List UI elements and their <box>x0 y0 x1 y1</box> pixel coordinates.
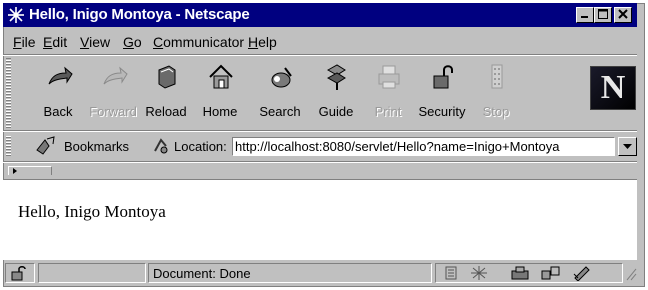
window-title: Hello, Inigo Montoya - Netscape <box>29 6 250 23</box>
home-button[interactable]: Home <box>194 60 246 126</box>
security-lock-panel[interactable] <box>5 263 35 283</box>
title-bar[interactable]: Hello, Inigo Montoya - Netscape <box>3 3 637 27</box>
close-icon <box>618 6 628 24</box>
location-separator <box>3 161 637 163</box>
security-button[interactable]: Security <box>416 60 468 126</box>
menu-separator <box>3 54 637 56</box>
resize-grip-icon[interactable] <box>625 267 637 284</box>
netscape-logo-letter: N <box>600 69 626 106</box>
status-bar: Document: Done <box>3 261 637 285</box>
minimize-icon <box>580 6 590 24</box>
forward-button[interactable]: Forward <box>87 60 139 126</box>
page-text: Hello, Inigo Montoya <box>18 202 166 221</box>
menu-edit[interactable]: Edit <box>43 34 67 50</box>
location-grip[interactable] <box>6 136 11 156</box>
menu-communicator[interactable]: Communicator <box>153 34 244 50</box>
location-toolbar: Bookmarks Location: http://localhost:808… <box>3 134 637 158</box>
page-content[interactable]: Hello, Inigo Montoya <box>3 179 637 260</box>
menu-bar: File Edit View Go Communicator Help <box>3 30 637 52</box>
collapsed-toolbar-tab[interactable] <box>8 166 52 175</box>
minimize-button[interactable] <box>576 7 594 23</box>
maximize-icon <box>598 6 608 24</box>
netscape-app-icon <box>7 6 25 24</box>
location-input[interactable]: http://localhost:8080/servlet/Hello?name… <box>232 137 615 156</box>
chevron-down-icon <box>619 143 636 158</box>
page-proxy-icon[interactable] <box>152 137 170 158</box>
stop-button[interactable]: Stop <box>470 60 522 126</box>
toolbar-separator <box>3 130 637 132</box>
status-text-panel: Document: Done <box>148 263 432 283</box>
menu-help[interactable]: Help <box>248 34 277 50</box>
reload-button[interactable]: Reload <box>140 60 192 126</box>
menu-go[interactable]: Go <box>123 34 142 50</box>
component-bar <box>435 263 623 283</box>
search-button[interactable]: Search <box>254 60 306 126</box>
print-button[interactable]: Print <box>362 60 414 126</box>
location-dropdown-button[interactable] <box>618 137 637 156</box>
back-button[interactable]: Back <box>32 60 84 126</box>
progress-panel <box>38 263 146 283</box>
toolbar-grip[interactable] <box>6 58 11 128</box>
bookmarks-icon <box>35 136 57 159</box>
close-button[interactable] <box>614 7 632 23</box>
netscape-logo[interactable]: N <box>590 66 636 110</box>
menu-view[interactable]: View <box>80 34 110 50</box>
status-text: Document: Done <box>153 266 251 281</box>
maximize-button[interactable] <box>594 7 612 23</box>
menu-file[interactable]: File <box>13 34 36 50</box>
guide-button[interactable]: Guide <box>310 60 362 126</box>
bookmarks-button[interactable]: Bookmarks <box>64 139 129 154</box>
location-label: Location: <box>174 139 227 154</box>
